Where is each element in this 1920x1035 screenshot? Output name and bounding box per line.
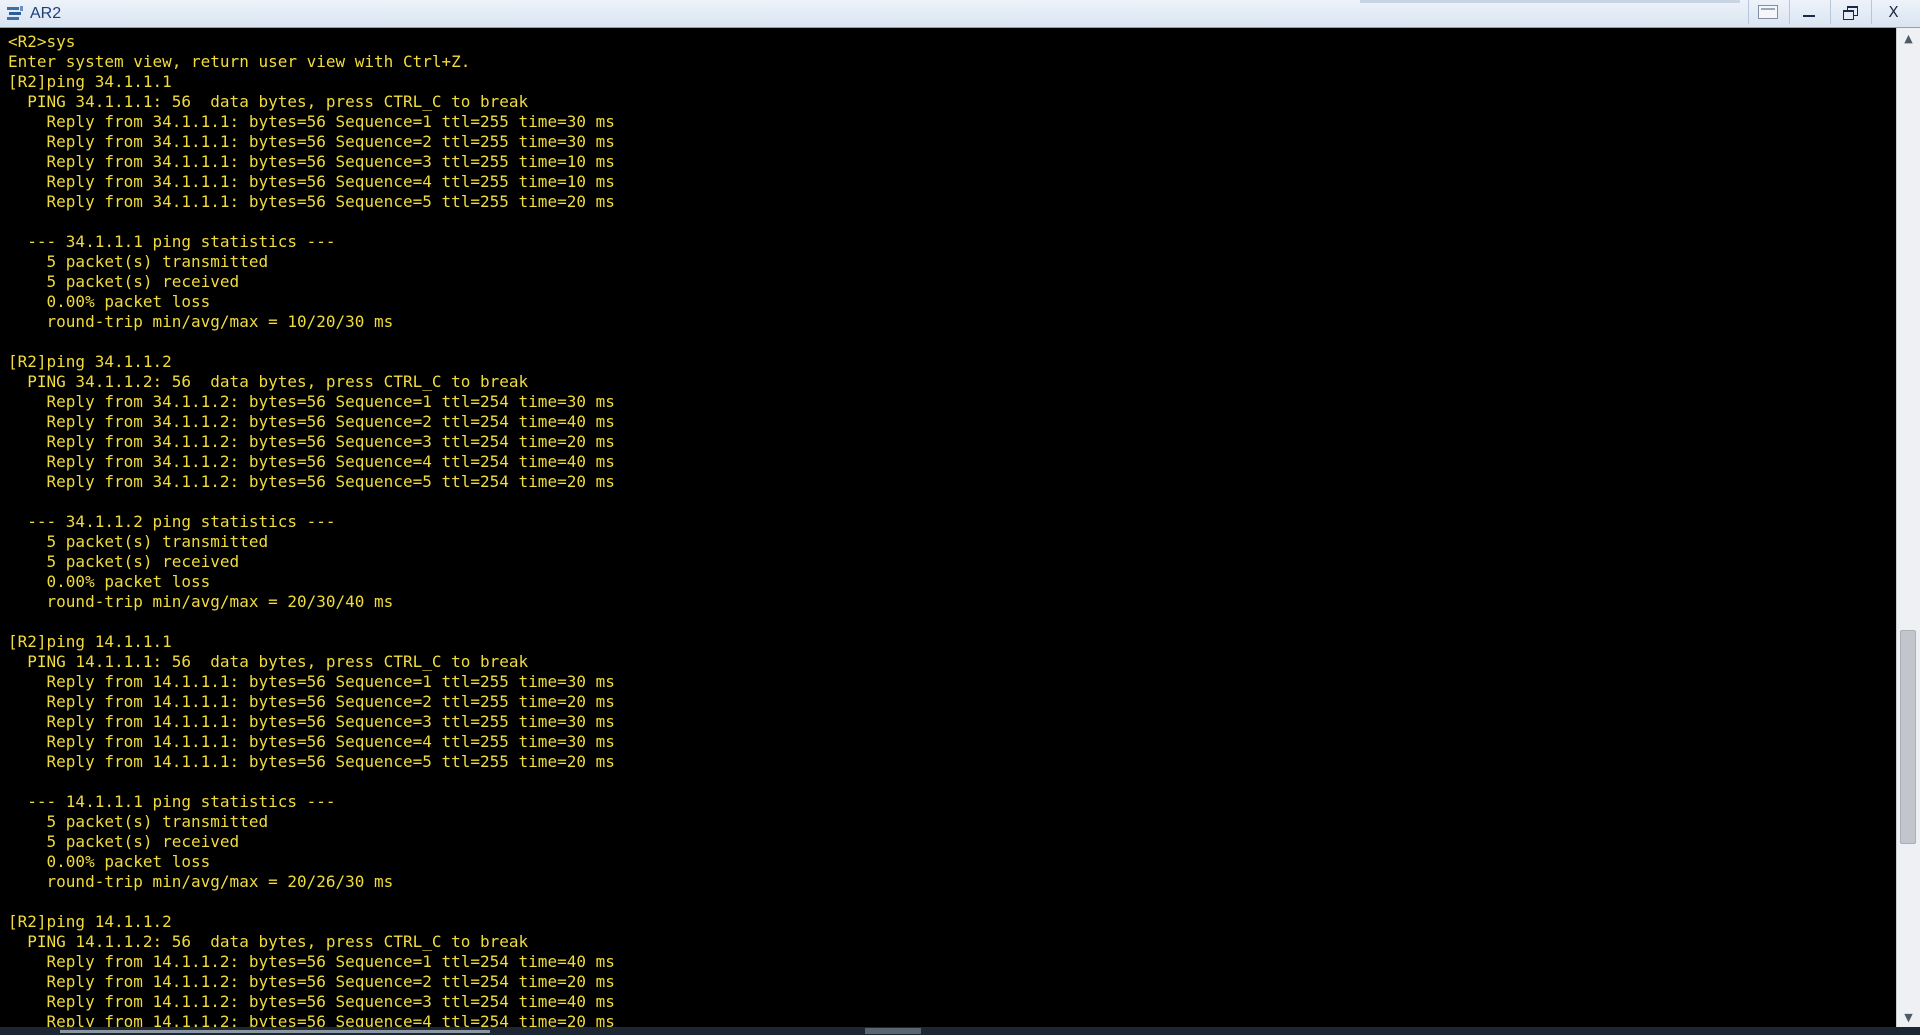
terminal-line: 5 packet(s) transmitted <box>8 252 269 271</box>
terminal-line: round-trip min/avg/max = 10/20/30 ms <box>8 312 394 331</box>
close-button[interactable]: X <box>1871 0 1915 24</box>
restore-icon <box>1842 6 1858 20</box>
window-bottom-border <box>0 1027 1920 1035</box>
system-menu-button[interactable] <box>1748 0 1786 24</box>
terminal-line: Reply from 34.1.1.1: bytes=56 Sequence=1… <box>8 112 615 131</box>
terminal-line: Reply from 34.1.1.1: bytes=56 Sequence=4… <box>8 172 615 191</box>
terminal-line: Reply from 34.1.1.1: bytes=56 Sequence=3… <box>8 152 615 171</box>
close-icon: X <box>1888 3 1899 21</box>
terminal-line: Reply from 14.1.1.2: bytes=56 Sequence=2… <box>8 972 615 991</box>
minimize-button[interactable] <box>1789 0 1827 24</box>
terminal-line: --- 34.1.1.2 ping statistics --- <box>8 512 336 531</box>
terminal-line: Reply from 34.1.1.1: bytes=56 Sequence=5… <box>8 192 615 211</box>
terminal-output[interactable]: <R2>sys Enter system view, return user vi… <box>0 28 1896 1027</box>
terminal-line: [R2]ping 14.1.1.2 <box>8 912 172 931</box>
scroll-down-arrow-icon[interactable]: ▼ <box>1897 1007 1920 1027</box>
title-bar-divider <box>1360 0 1740 3</box>
terminal-line: Reply from 14.1.1.2: bytes=56 Sequence=1… <box>8 952 615 971</box>
terminal-line: Reply from 14.1.1.2: bytes=56 Sequence=4… <box>8 1012 615 1027</box>
terminal-line: Reply from 34.1.1.2: bytes=56 Sequence=4… <box>8 452 615 471</box>
terminal-line: 5 packet(s) transmitted <box>8 812 269 831</box>
title-bar[interactable]: AR2 X <box>0 0 1920 28</box>
terminal-window: AR2 X <R2>sys Enter system view, return u… <box>0 0 1920 1035</box>
window-title: AR2 <box>30 5 62 22</box>
terminal-line: Reply from 34.1.1.2: bytes=56 Sequence=1… <box>8 392 615 411</box>
terminal-line: [R2]ping 14.1.1.1 <box>8 632 172 651</box>
terminal-line: 5 packet(s) received <box>8 832 240 851</box>
terminal-line: [R2]ping 34.1.1.2 <box>8 352 172 371</box>
terminal-line: 0.00% packet loss <box>8 292 211 311</box>
terminal-line: --- 34.1.1.1 ping statistics --- <box>8 232 336 251</box>
terminal-line: <R2>sys <box>8 32 76 51</box>
terminal-line: 5 packet(s) received <box>8 552 240 571</box>
terminal-line: round-trip min/avg/max = 20/26/30 ms <box>8 872 394 891</box>
terminal-line: PING 34.1.1.2: 56 data bytes, press CTRL… <box>8 372 529 391</box>
terminal-line: Enter system view, return user view with… <box>8 52 471 71</box>
terminal-line: 5 packet(s) received <box>8 272 240 291</box>
terminal-line: Reply from 34.1.1.2: bytes=56 Sequence=3… <box>8 432 615 451</box>
system-menu-icon <box>1757 5 1778 19</box>
terminal-line: Reply from 14.1.1.2: bytes=56 Sequence=3… <box>8 992 615 1011</box>
terminal-line: PING 14.1.1.1: 56 data bytes, press CTRL… <box>8 652 529 671</box>
terminal-line: [R2]ping 34.1.1.1 <box>8 72 172 91</box>
terminal-line: Reply from 34.1.1.1: bytes=56 Sequence=2… <box>8 132 615 151</box>
terminal-line: Reply from 34.1.1.2: bytes=56 Sequence=2… <box>8 412 615 431</box>
scroll-up-arrow-icon[interactable]: ▲ <box>1897 28 1920 48</box>
restore-button[interactable] <box>1830 0 1868 24</box>
router-console-icon <box>7 6 23 20</box>
minimize-icon <box>1802 15 1815 17</box>
terminal-line: 0.00% packet loss <box>8 572 211 591</box>
terminal-line: Reply from 14.1.1.1: bytes=56 Sequence=3… <box>8 712 615 731</box>
terminal-line: Reply from 14.1.1.1: bytes=56 Sequence=2… <box>8 692 615 711</box>
scrollbar-thumb[interactable] <box>1900 630 1916 844</box>
vertical-scrollbar[interactable]: ▲ ▼ <box>1896 28 1920 1027</box>
terminal-line: 5 packet(s) transmitted <box>8 532 269 551</box>
terminal-line: Reply from 34.1.1.2: bytes=56 Sequence=5… <box>8 472 615 491</box>
terminal-line: Reply from 14.1.1.1: bytes=56 Sequence=1… <box>8 672 615 691</box>
terminal-line: PING 34.1.1.1: 56 data bytes, press CTRL… <box>8 92 529 111</box>
terminal-line: Reply from 14.1.1.1: bytes=56 Sequence=5… <box>8 752 615 771</box>
terminal-line: Reply from 14.1.1.1: bytes=56 Sequence=4… <box>8 732 615 751</box>
terminal-line: round-trip min/avg/max = 20/30/40 ms <box>8 592 394 611</box>
terminal-line: --- 14.1.1.1 ping statistics --- <box>8 792 336 811</box>
terminal-line: PING 14.1.1.2: 56 data bytes, press CTRL… <box>8 932 529 951</box>
terminal-line: 0.00% packet loss <box>8 852 211 871</box>
